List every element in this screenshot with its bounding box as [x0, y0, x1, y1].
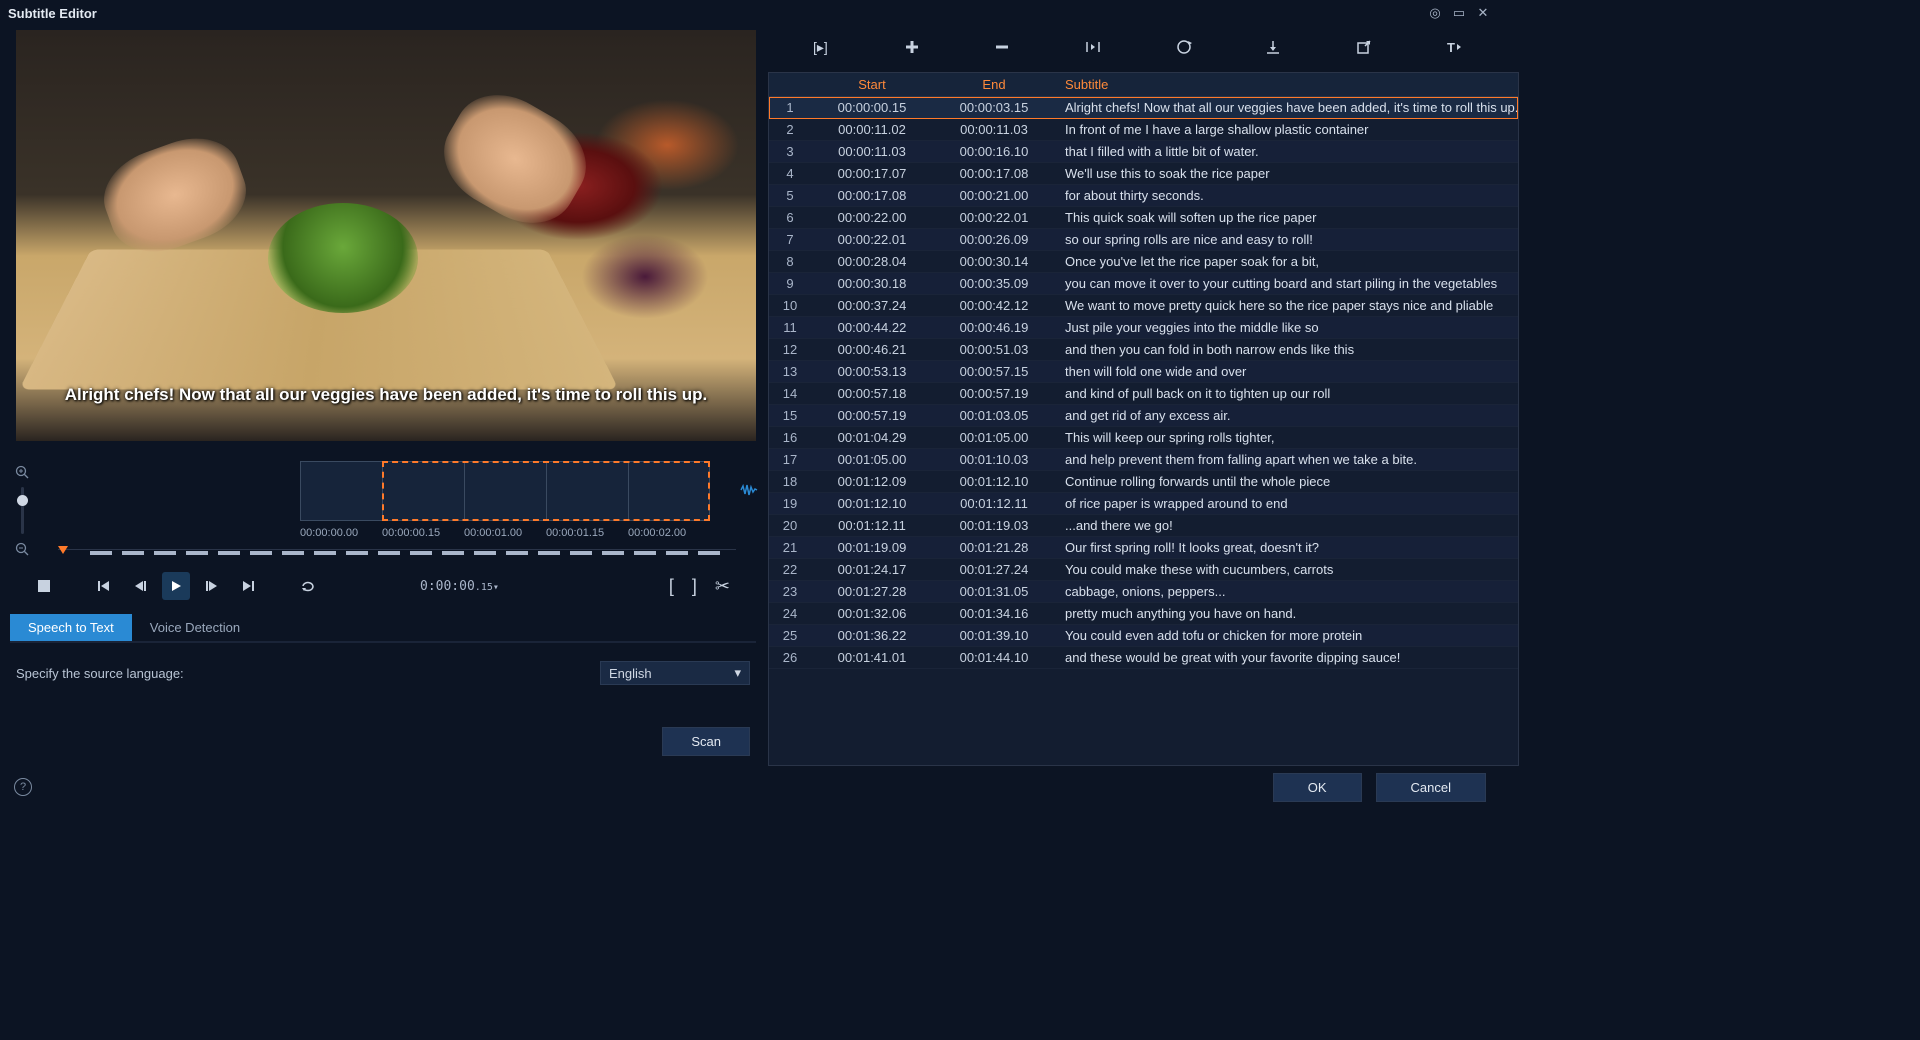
- subtitle-table: Start End Subtitle 100:00:00.1500:00:03.…: [768, 72, 1519, 766]
- import-icon[interactable]: [1265, 39, 1293, 55]
- merge-icon[interactable]: [1084, 39, 1112, 55]
- table-row[interactable]: 300:00:11.0300:00:16.10that I filled wit…: [769, 141, 1518, 163]
- tab-voice-detection[interactable]: Voice Detection: [132, 614, 258, 641]
- shift-time-icon[interactable]: [1175, 39, 1203, 55]
- table-row[interactable]: 600:00:22.0000:00:22.01This quick soak w…: [769, 207, 1518, 229]
- table-row[interactable]: 200:00:11.0200:00:11.03In front of me I …: [769, 119, 1518, 141]
- col-end[interactable]: End: [933, 73, 1055, 96]
- table-row[interactable]: 900:00:30.1800:00:35.09you can move it o…: [769, 273, 1518, 295]
- col-start[interactable]: Start: [811, 73, 933, 96]
- table-row[interactable]: 1200:00:46.2100:00:51.03and then you can…: [769, 339, 1518, 361]
- step-fwd-button[interactable]: [198, 572, 226, 600]
- table-row[interactable]: 1900:01:12.1000:01:12.11of rice paper is…: [769, 493, 1518, 515]
- svg-text:T: T: [1447, 40, 1455, 55]
- scan-button[interactable]: Scan: [662, 727, 750, 756]
- table-row[interactable]: 2000:01:12.1100:01:19.03...and there we …: [769, 515, 1518, 537]
- window-title: Subtitle Editor: [8, 6, 97, 21]
- table-row[interactable]: 1700:01:05.0000:01:10.03and help prevent…: [769, 449, 1518, 471]
- chevron-down-icon: ▾: [734, 665, 741, 681]
- table-row[interactable]: 1000:00:37.2400:00:42.12We want to move …: [769, 295, 1518, 317]
- titlebar: Subtitle Editor ◎ ▭ ✕: [0, 0, 1500, 26]
- table-row[interactable]: 2500:01:36.2200:01:39.10You could even a…: [769, 625, 1518, 647]
- export-icon[interactable]: [1356, 39, 1384, 55]
- cancel-button[interactable]: Cancel: [1376, 773, 1486, 802]
- table-row[interactable]: 2600:01:41.0100:01:44.10and these would …: [769, 647, 1518, 669]
- table-row[interactable]: 1300:00:53.1300:00:57.15then will fold o…: [769, 361, 1518, 383]
- table-row[interactable]: 700:00:22.0100:00:26.09so our spring rol…: [769, 229, 1518, 251]
- ok-button[interactable]: OK: [1273, 773, 1362, 802]
- table-row[interactable]: 2200:01:24.1700:01:27.24You could make t…: [769, 559, 1518, 581]
- mark-out-button[interactable]: ]: [692, 576, 697, 597]
- video-preview[interactable]: Alright chefs! Now that all our veggies …: [16, 30, 756, 441]
- loop-button[interactable]: [294, 572, 322, 600]
- playhead-marker[interactable]: [58, 546, 68, 554]
- mark-in-button[interactable]: [: [669, 576, 674, 597]
- zoom-in-icon[interactable]: [15, 465, 29, 479]
- table-row[interactable]: 500:00:17.0800:00:21.00for about thirty …: [769, 185, 1518, 207]
- subtitle-overlay: Alright chefs! Now that all our veggies …: [16, 385, 756, 405]
- next-clip-button[interactable]: [234, 572, 262, 600]
- prev-clip-button[interactable]: [90, 572, 118, 600]
- source-language-select[interactable]: English ▾: [600, 661, 750, 685]
- help-icon[interactable]: ?: [14, 778, 32, 796]
- table-row[interactable]: 2400:01:32.0600:01:34.16pretty much anyt…: [769, 603, 1518, 625]
- play-selection-icon[interactable]: [▸]: [813, 39, 841, 55]
- stop-button[interactable]: [30, 572, 58, 600]
- maximize-icon[interactable]: ▭: [1450, 4, 1468, 22]
- table-row[interactable]: 800:00:28.0400:00:30.14Once you've let t…: [769, 251, 1518, 273]
- table-row[interactable]: 2100:01:19.0900:01:21.28Our first spring…: [769, 537, 1518, 559]
- table-row[interactable]: 1100:00:44.2200:00:46.19Just pile your v…: [769, 317, 1518, 339]
- table-row[interactable]: 2300:01:27.2800:01:31.05cabbage, onions,…: [769, 581, 1518, 603]
- zoom-slider[interactable]: [21, 487, 24, 534]
- step-back-button[interactable]: [126, 572, 154, 600]
- text-style-icon[interactable]: T: [1446, 39, 1474, 55]
- reset-layout-icon[interactable]: ◎: [1426, 4, 1444, 22]
- remove-subtitle-icon[interactable]: [994, 39, 1022, 55]
- waveform-icon[interactable]: [740, 483, 758, 497]
- table-row[interactable]: 1400:00:57.1800:00:57.19and kind of pull…: [769, 383, 1518, 405]
- timecode: 0:00:00.15▾: [420, 579, 499, 594]
- timeline[interactable]: 00:00:00.00 00:00:00.15 00:00:01.00 00:0…: [50, 461, 756, 560]
- source-language-label: Specify the source language:: [16, 666, 184, 681]
- svg-text:[▸]: [▸]: [813, 39, 828, 55]
- add-subtitle-icon[interactable]: [904, 39, 932, 55]
- cut-icon[interactable]: ✂: [715, 576, 730, 597]
- close-icon[interactable]: ✕: [1474, 4, 1492, 22]
- table-row[interactable]: 1600:01:04.2900:01:05.00This will keep o…: [769, 427, 1518, 449]
- play-button[interactable]: [162, 572, 190, 600]
- table-row[interactable]: 100:00:00.1500:00:03.15Alright chefs! No…: [769, 97, 1518, 119]
- tab-speech-to-text[interactable]: Speech to Text: [10, 614, 132, 641]
- table-row[interactable]: 1800:01:12.0900:01:12.10Continue rolling…: [769, 471, 1518, 493]
- table-row[interactable]: 1500:00:57.1900:01:03.05and get rid of a…: [769, 405, 1518, 427]
- table-row[interactable]: 400:00:17.0700:00:17.08We'll use this to…: [769, 163, 1518, 185]
- zoom-out-icon[interactable]: [15, 542, 29, 556]
- col-subtitle[interactable]: Subtitle: [1055, 73, 1518, 96]
